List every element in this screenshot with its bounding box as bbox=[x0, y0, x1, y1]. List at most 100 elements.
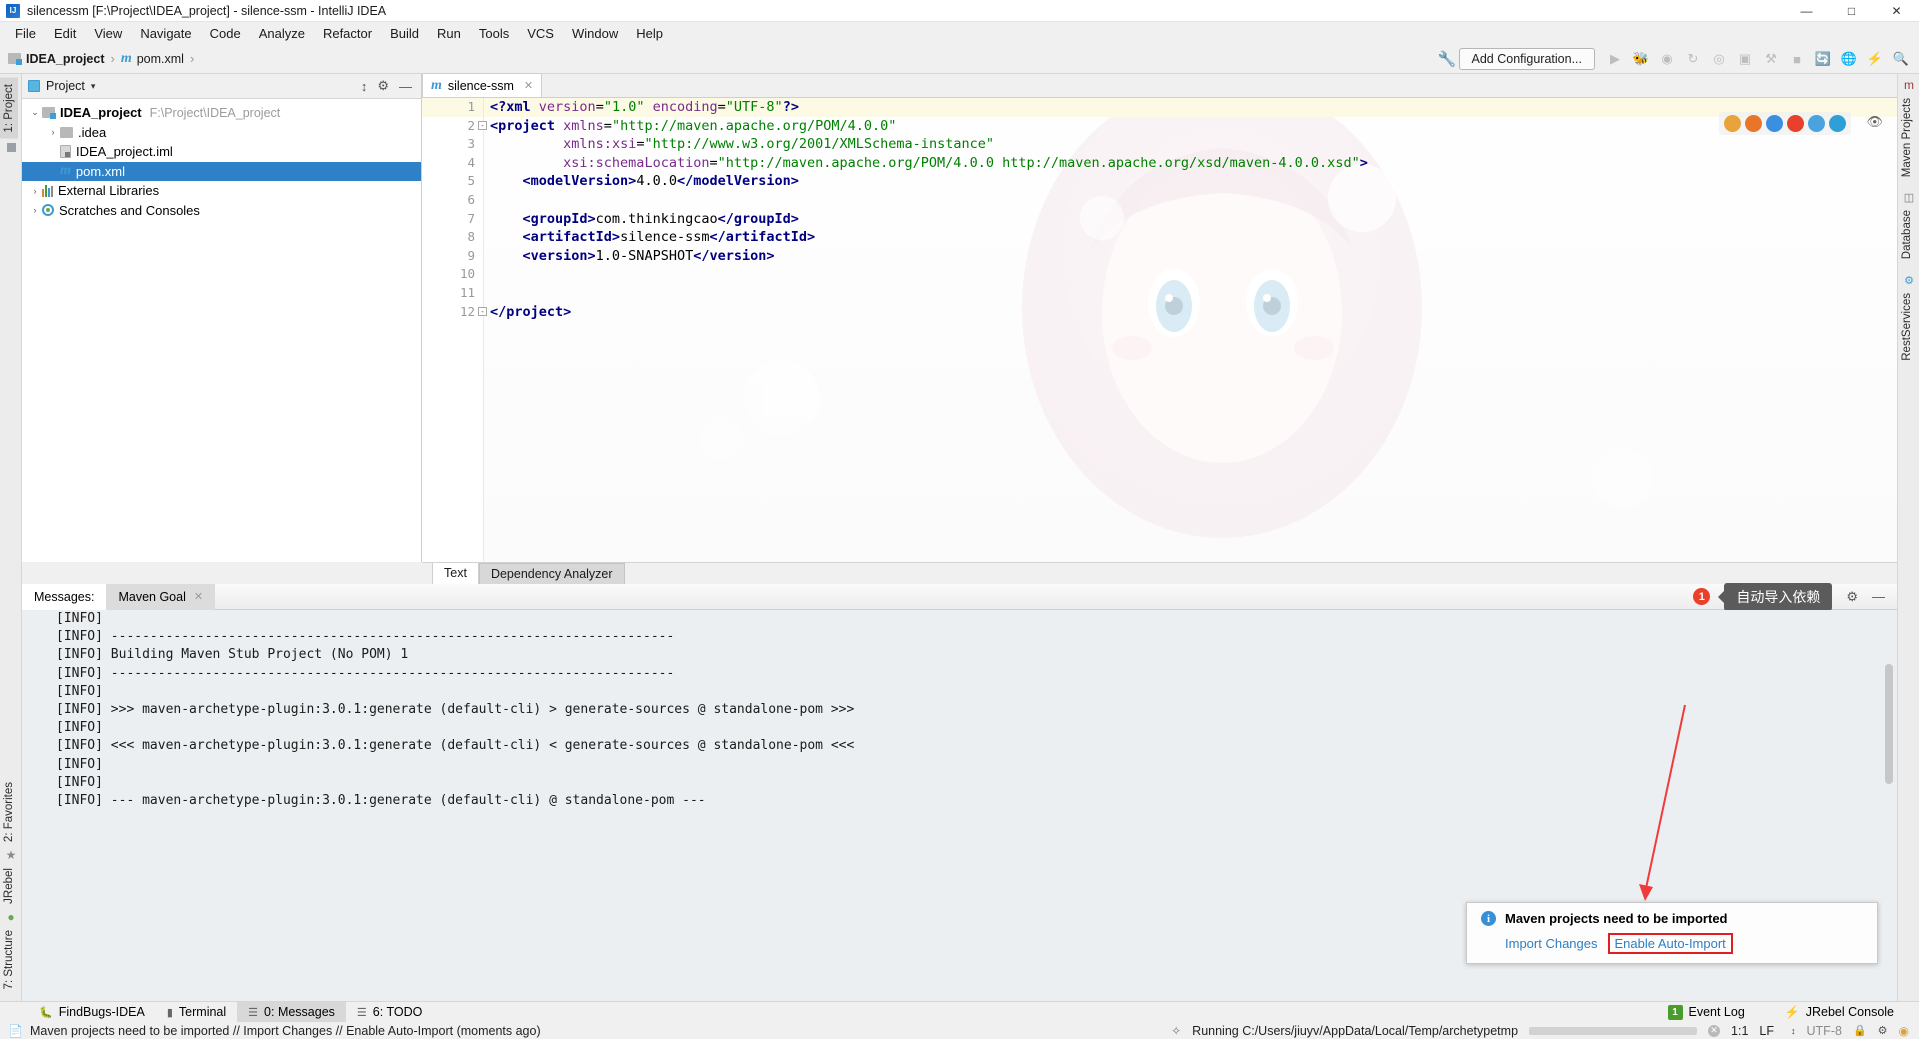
status-message[interactable]: Maven projects need to be imported // Im… bbox=[30, 1024, 541, 1038]
menu-item-navigate[interactable]: Navigate bbox=[131, 24, 200, 43]
menu-item-window[interactable]: Window bbox=[563, 24, 627, 43]
collapse-all-icon[interactable]: ↕ bbox=[361, 79, 368, 94]
import-changes-link[interactable]: Import Changes bbox=[1505, 936, 1598, 951]
bottom-tab-jrebel-console[interactable]: ⚡ JRebel Console bbox=[1774, 1002, 1905, 1023]
edge-icon[interactable] bbox=[1829, 115, 1846, 132]
code-editor[interactable]: 1 2 3 4 5 6 7 8 9 10 11 12 -- <?xml version="1.0" e… bbox=[422, 98, 1897, 562]
close-button[interactable]: ✕ bbox=[1874, 0, 1919, 22]
sidebar-item-jrebel[interactable]: JRebel bbox=[0, 862, 18, 910]
hide-icon[interactable]: — bbox=[399, 79, 412, 94]
code-token: <?xml bbox=[490, 99, 539, 115]
add-configuration-button[interactable]: Add Configuration... bbox=[1458, 48, 1595, 70]
bottom-tab-0-messages[interactable]: ☰ 0: Messages bbox=[237, 1001, 346, 1023]
sidebar-item-database[interactable]: Database bbox=[1898, 204, 1916, 265]
editor-code-content[interactable]: <?xml version="1.0" encoding="UTF-8"?> <p… bbox=[484, 98, 1897, 562]
tree-item-idea-project-iml[interactable]: IDEA_project.iml bbox=[22, 142, 421, 162]
enable-auto-import-link[interactable]: Enable Auto-Import bbox=[1607, 933, 1733, 954]
window-controls: — □ ✕ bbox=[1784, 0, 1919, 22]
hide-icon[interactable]: — bbox=[1872, 589, 1885, 604]
editor-area: m silence-ssm ✕ 1 2 3 4 5 6 7 8 9 10 11 … bbox=[422, 73, 1897, 562]
menu-item-file[interactable]: File bbox=[6, 24, 45, 43]
run-icon[interactable]: ▶ bbox=[1603, 47, 1627, 71]
editor-tab-silence-ssm[interactable]: m silence-ssm ✕ bbox=[422, 73, 543, 97]
chrome-icon[interactable]: ◉ bbox=[1899, 1024, 1909, 1038]
code-line: <modelVersion>4.0.0</modelVersion> bbox=[484, 172, 1897, 191]
tree-twisty-icon[interactable]: ⌄ bbox=[28, 107, 42, 118]
close-icon[interactable]: ✕ bbox=[194, 590, 203, 603]
bottom-tab-6-todo[interactable]: ☰ 6: TODO bbox=[346, 1002, 433, 1023]
eye-icon[interactable]: 👁 bbox=[1866, 114, 1883, 130]
minimize-button[interactable]: — bbox=[1784, 0, 1829, 22]
menu-item-build[interactable]: Build bbox=[381, 24, 428, 43]
maximize-button[interactable]: □ bbox=[1829, 0, 1874, 22]
menu-item-refactor[interactable]: Refactor bbox=[314, 24, 381, 43]
vcs-update-icon[interactable]: 🔄 bbox=[1811, 47, 1835, 71]
caret-position[interactable]: 1:1 bbox=[1731, 1024, 1748, 1038]
menu-item-run[interactable]: Run bbox=[428, 24, 470, 43]
close-icon[interactable]: ✕ bbox=[524, 79, 533, 92]
app-logo-icon: IJ bbox=[6, 3, 20, 18]
chevron-down-icon[interactable]: ▾ bbox=[91, 81, 96, 92]
firefox-icon[interactable] bbox=[1745, 115, 1762, 132]
bottom-tab-event-log[interactable]: 1 Event Log bbox=[1657, 1002, 1756, 1023]
console-scrollbar[interactable] bbox=[1885, 664, 1893, 784]
menu-item-view[interactable]: View bbox=[85, 24, 131, 43]
wrench-icon[interactable]: 🔧 bbox=[1438, 50, 1457, 68]
jrebel-icon[interactable]: ⚡ bbox=[1863, 47, 1887, 71]
tree-twisty-icon[interactable]: › bbox=[28, 186, 42, 196]
tab-text[interactable]: Text bbox=[432, 562, 479, 585]
tree-item-pom-xml[interactable]: m pom.xml bbox=[22, 161, 421, 181]
tree-item--idea[interactable]: › .idea bbox=[22, 123, 421, 143]
sidebar-item-maven-projects[interactable]: Maven Projects bbox=[1898, 92, 1916, 183]
encoding-label[interactable]: UTF-8 bbox=[1807, 1024, 1842, 1038]
sidebar-item-project[interactable]: 1: Project bbox=[0, 78, 18, 139]
opera-icon[interactable] bbox=[1787, 115, 1804, 132]
structure-label: 7: Structure bbox=[3, 929, 15, 989]
menu-item-analyze[interactable]: Analyze bbox=[250, 24, 314, 43]
rerun-icon[interactable]: ↻ bbox=[1681, 47, 1705, 71]
search-icon[interactable]: 🔍 bbox=[1889, 47, 1913, 71]
safari-icon[interactable] bbox=[1766, 115, 1783, 132]
sidebar-item-structure[interactable]: 7: Structure bbox=[0, 924, 18, 995]
profile-icon[interactable]: ◎ bbox=[1707, 47, 1731, 71]
debug-icon[interactable]: 🐝 bbox=[1629, 47, 1653, 71]
tree-item-label: External Libraries bbox=[58, 183, 160, 199]
menu-item-help[interactable]: Help bbox=[627, 24, 672, 43]
tab-maven-goal[interactable]: Maven Goal ✕ bbox=[106, 583, 216, 610]
bottom-tab-terminal[interactable]: ▮ Terminal bbox=[156, 1002, 237, 1023]
tree-item-idea-project[interactable]: ⌄ IDEA_project F:\Project\IDEA_project bbox=[22, 103, 421, 123]
gear-icon[interactable]: ⚙ bbox=[377, 78, 389, 94]
sidebar-item-favorites[interactable]: 2: Favorites bbox=[0, 776, 18, 848]
build-icon[interactable]: ⚒ bbox=[1759, 47, 1783, 71]
breadcrumb-item-project[interactable]: IDEA_project bbox=[8, 52, 105, 66]
menu-item-edit[interactable]: Edit bbox=[45, 24, 85, 43]
tree-twisty-icon[interactable]: › bbox=[46, 127, 60, 137]
tree-item-scratches-and-consoles[interactable]: › Scratches and Consoles bbox=[22, 201, 421, 221]
sidebar-item-restservices[interactable]: RestServices bbox=[1898, 287, 1916, 367]
attach-icon[interactable]: ▣ bbox=[1733, 47, 1757, 71]
tree-item-external-libraries[interactable]: › External Libraries bbox=[22, 181, 421, 201]
chrome-icon[interactable] bbox=[1724, 115, 1741, 132]
line-number: 5 bbox=[467, 173, 475, 189]
line-separator[interactable]: LF bbox=[1759, 1024, 1774, 1038]
breadcrumb-item-pom[interactable]: m pom.xml bbox=[121, 51, 184, 67]
line-number: 7 bbox=[467, 210, 475, 226]
tab-dependency-analyzer[interactable]: Dependency Analyzer bbox=[478, 562, 625, 585]
console-line: [INFO] bbox=[56, 756, 103, 772]
menu-item-code[interactable]: Code bbox=[201, 24, 250, 43]
menu-item-vcs[interactable]: VCS bbox=[518, 24, 563, 43]
run-with-coverage-icon[interactable]: ◉ bbox=[1655, 47, 1679, 71]
stop-icon[interactable]: ✕ bbox=[1708, 1024, 1721, 1037]
chevron-down-icon[interactable]: ↕ bbox=[1791, 1026, 1796, 1036]
inspections-icon[interactable]: ⚙ bbox=[1878, 1024, 1888, 1037]
stop-icon[interactable]: ■ bbox=[1785, 47, 1809, 71]
maven-m-icon: m bbox=[60, 163, 71, 179]
menu-item-tools[interactable]: Tools bbox=[470, 24, 518, 43]
translate-icon[interactable]: 🌐 bbox=[1837, 47, 1861, 71]
bottom-tab-findbugs-idea[interactable]: 🐛 FindBugs-IDEA bbox=[28, 1002, 156, 1023]
ie-icon[interactable] bbox=[1808, 115, 1825, 132]
tree-twisty-icon[interactable]: › bbox=[28, 205, 42, 215]
gear-icon[interactable]: ⚙ bbox=[1846, 589, 1858, 605]
lock-icon[interactable]: 🔒 bbox=[1853, 1024, 1867, 1037]
line-number: 11 bbox=[459, 284, 475, 300]
